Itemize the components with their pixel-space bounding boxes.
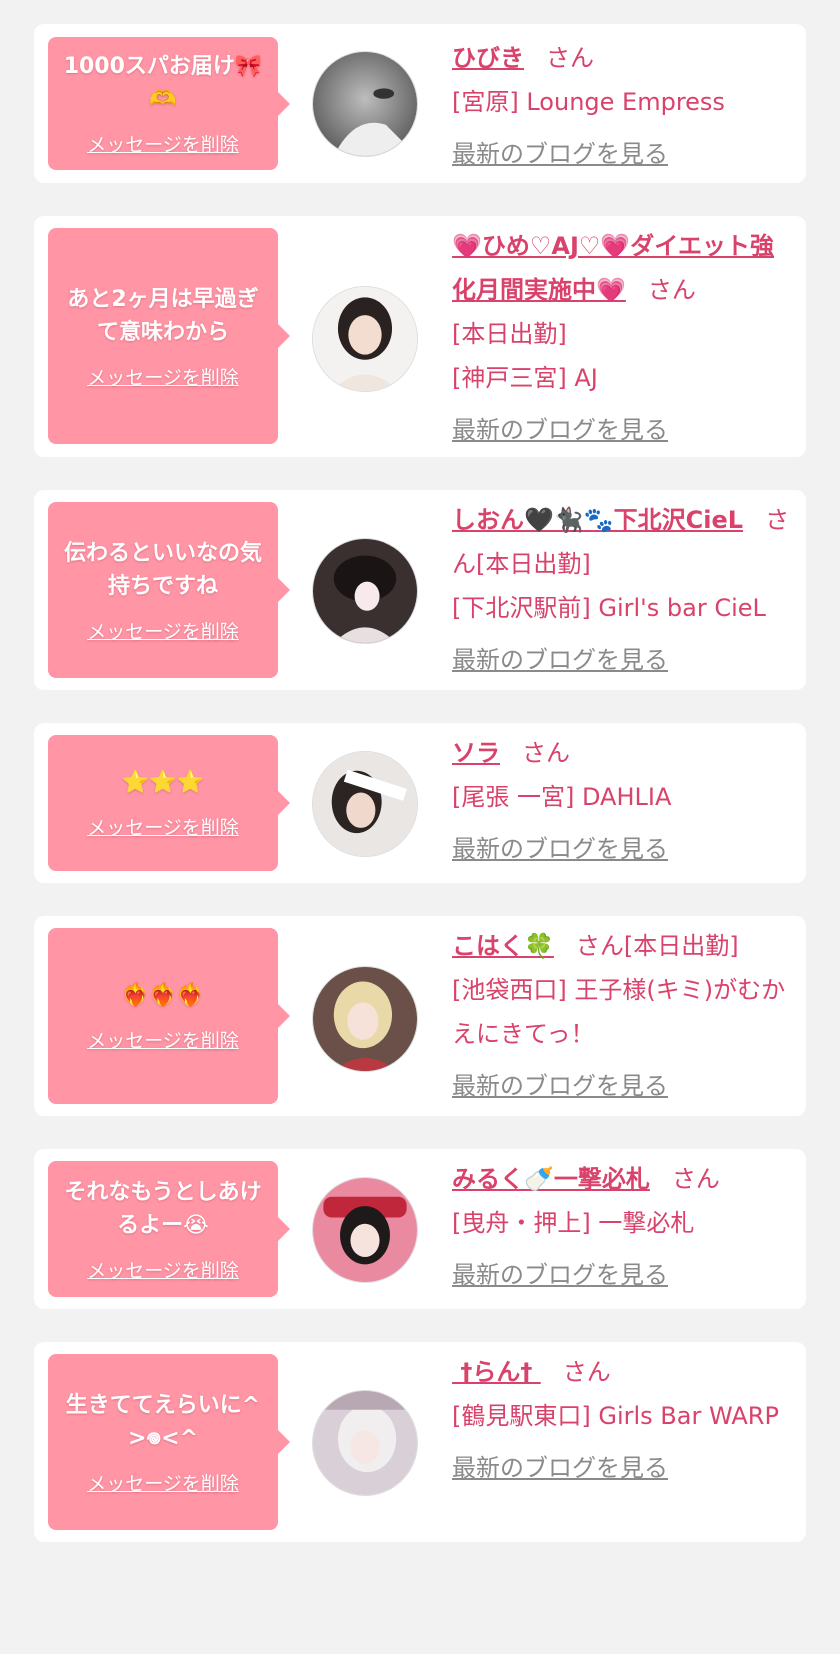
message-text: 1000スパお届け🎀🫶 [63, 54, 263, 112]
delete-message-link[interactable]: メッセージを削除 [87, 1469, 239, 1496]
cast-name-line: †らん† さん [452, 1350, 792, 1394]
cast-name-link[interactable]: しおん🖤🐈‍⬛🐾下北沢CieL [452, 506, 743, 534]
shop-line: [下北沢駅前] Girl's bar CieL [452, 594, 766, 622]
shop-line: [神戸三宮] AJ [452, 364, 598, 392]
delete-message-link[interactable]: メッセージを削除 [87, 1026, 239, 1053]
cast-name-link[interactable]: †らん† [452, 1358, 541, 1386]
delete-message-link[interactable]: メッセージを削除 [87, 813, 239, 840]
avatar[interactable] [312, 1390, 418, 1496]
avatar[interactable] [312, 51, 418, 157]
cast-info: しおん🖤🐈‍⬛🐾下北沢CieL さん[本日出勤] [下北沢駅前] Girl's b… [452, 498, 792, 682]
favorite-cast-list: 1000スパお届け🎀🫶 メッセージを削除 ひびき さん [宮原] Lounge E… [0, 0, 840, 1654]
latest-blog-link[interactable]: 最新のブログを見る [452, 1064, 668, 1108]
cast-name-link[interactable]: ソラ [452, 739, 500, 767]
cast-name-link[interactable]: みるく🍼一撃必札 [452, 1165, 650, 1193]
message-text: ⭐⭐⭐ [121, 770, 205, 795]
delete-message-link[interactable]: メッセージを削除 [87, 130, 239, 157]
message-bubble: あと2ヶ月は早過ぎて意味わから メッセージを削除 [48, 228, 290, 444]
shop-line: [宮原] Lounge Empress [452, 88, 725, 116]
cast-card: ⭐⭐⭐ メッセージを削除 ソラ さん [尾張 一宮] DAHLIA 最新のブログを… [34, 723, 806, 883]
delete-message-link[interactable]: メッセージを削除 [87, 1256, 239, 1283]
cast-info: †らん† さん [鶴見駅東口] Girls Bar WARP 最新のブログを見る [452, 1350, 792, 1490]
cast-name-link[interactable]: こはく🍀 [452, 932, 554, 960]
avatar[interactable] [312, 1177, 418, 1283]
cast-name-line: ソラ さん [452, 731, 792, 775]
message-bubble: 1000スパお届け🎀🫶 メッセージを削除 [48, 37, 290, 170]
cast-card: 伝わるといいなの気持ちですね メッセージを削除 しおん🖤🐈‍⬛🐾下北沢CieL さ… [34, 490, 806, 690]
san-label: さん [575, 932, 624, 960]
cast-name-line: みるく🍼一撃必札 さん [452, 1157, 792, 1201]
shop-line: [尾張 一宮] DAHLIA [452, 783, 672, 811]
san-label: さん [671, 1165, 720, 1193]
message-bubble: 生きててえらいに^>𖦹<^ メッセージを削除 [48, 1354, 290, 1530]
cast-suffix: [本日出勤] [623, 932, 739, 960]
cast-card: 1000スパお届け🎀🫶 メッセージを削除 ひびき さん [宮原] Lounge E… [34, 24, 806, 183]
cast-info: ひびき さん [宮原] Lounge Empress 最新のブログを見る [452, 36, 792, 176]
shop-line: [曳舟・押上] 一撃必札 [452, 1209, 695, 1237]
message-bubble: ❤️‍🔥❤️‍🔥❤️‍🔥 メッセージを削除 [48, 928, 290, 1104]
cast-info: ソラ さん [尾張 一宮] DAHLIA 最新のブログを見る [452, 731, 792, 871]
latest-blog-link[interactable]: 最新のブログを見る [452, 1253, 668, 1297]
cast-name-line: しおん🖤🐈‍⬛🐾下北沢CieL さん[本日出勤] [452, 498, 792, 586]
message-text: ❤️‍🔥❤️‍🔥❤️‍🔥 [121, 983, 205, 1008]
avatar[interactable] [312, 966, 418, 1072]
cast-card: 生きててえらいに^>𖦹<^ メッセージを削除 †らん† さん [鶴見駅東口] G… [34, 1342, 806, 1542]
latest-blog-link[interactable]: 最新のブログを見る [452, 132, 668, 176]
delete-message-link[interactable]: メッセージを削除 [87, 617, 239, 644]
cast-name-line: 💗ひめ♡AJ♡💗ダイエット強化月間実施中💗 さん [452, 224, 792, 312]
cast-name-line: こはく🍀 さん[本日出勤] [452, 924, 792, 968]
shop-line: [池袋西口] 王子様(キミ)がむかえにきてっ！ [452, 976, 786, 1048]
cast-card: ❤️‍🔥❤️‍🔥❤️‍🔥 メッセージを削除 こはく🍀 さん[本日出勤] [池袋西口… [34, 916, 806, 1116]
latest-blog-link[interactable]: 最新のブログを見る [452, 638, 668, 682]
san-label: さん [647, 276, 696, 304]
avatar[interactable] [312, 286, 418, 392]
message-text: それなもうとしあけるよー😭 [64, 1179, 262, 1238]
message-bubble: ⭐⭐⭐ メッセージを削除 [48, 735, 290, 871]
message-text: あと2ヶ月は早過ぎて意味わから [67, 286, 259, 345]
shop-line: [鶴見駅東口] Girls Bar WARP [452, 1402, 779, 1430]
delete-message-link[interactable]: メッセージを削除 [87, 363, 239, 390]
latest-blog-link[interactable]: 最新のブログを見る [452, 1446, 668, 1490]
san-label: さん [562, 1358, 611, 1386]
latest-blog-link[interactable]: 最新のブログを見る [452, 827, 668, 871]
message-bubble: それなもうとしあけるよー😭 メッセージを削除 [48, 1161, 290, 1297]
cast-name-link[interactable]: ひびき [452, 44, 524, 72]
message-bubble: 伝わるといいなの気持ちですね メッセージを削除 [48, 502, 290, 678]
avatar[interactable] [312, 751, 418, 857]
status-line: [本日出勤] [452, 320, 567, 348]
cast-info: みるく🍼一撃必札 さん [曳舟・押上] 一撃必札 最新のブログを見る [452, 1157, 792, 1297]
cast-info: こはく🍀 さん[本日出勤] [池袋西口] 王子様(キミ)がむかえにきてっ！ 最新の… [452, 924, 792, 1108]
cast-suffix: [本日出勤] [476, 550, 591, 578]
cast-card: あと2ヶ月は早過ぎて意味わから メッセージを削除 💗ひめ♡AJ♡💗ダイエット強化… [34, 216, 806, 457]
avatar[interactable] [312, 538, 418, 644]
cast-info: 💗ひめ♡AJ♡💗ダイエット強化月間実施中💗 さん [本日出勤] [神戸三宮] AJ… [452, 224, 792, 452]
cast-card: それなもうとしあけるよー😭 メッセージを削除 みるく🍼一撃必札 さん [曳舟・押上… [34, 1149, 806, 1309]
message-text: 生きててえらいに^>𖦹<^ [65, 1392, 261, 1451]
san-label: さん [522, 739, 570, 767]
latest-blog-link[interactable]: 最新のブログを見る [452, 408, 668, 452]
san-label: さん [546, 44, 594, 72]
cast-name-link[interactable]: 💗ひめ♡AJ♡💗ダイエット強化月間実施中💗 [452, 232, 774, 304]
cast-name-line: ひびき さん [452, 36, 792, 80]
message-text: 伝わるといいなの気持ちですね [63, 540, 262, 599]
